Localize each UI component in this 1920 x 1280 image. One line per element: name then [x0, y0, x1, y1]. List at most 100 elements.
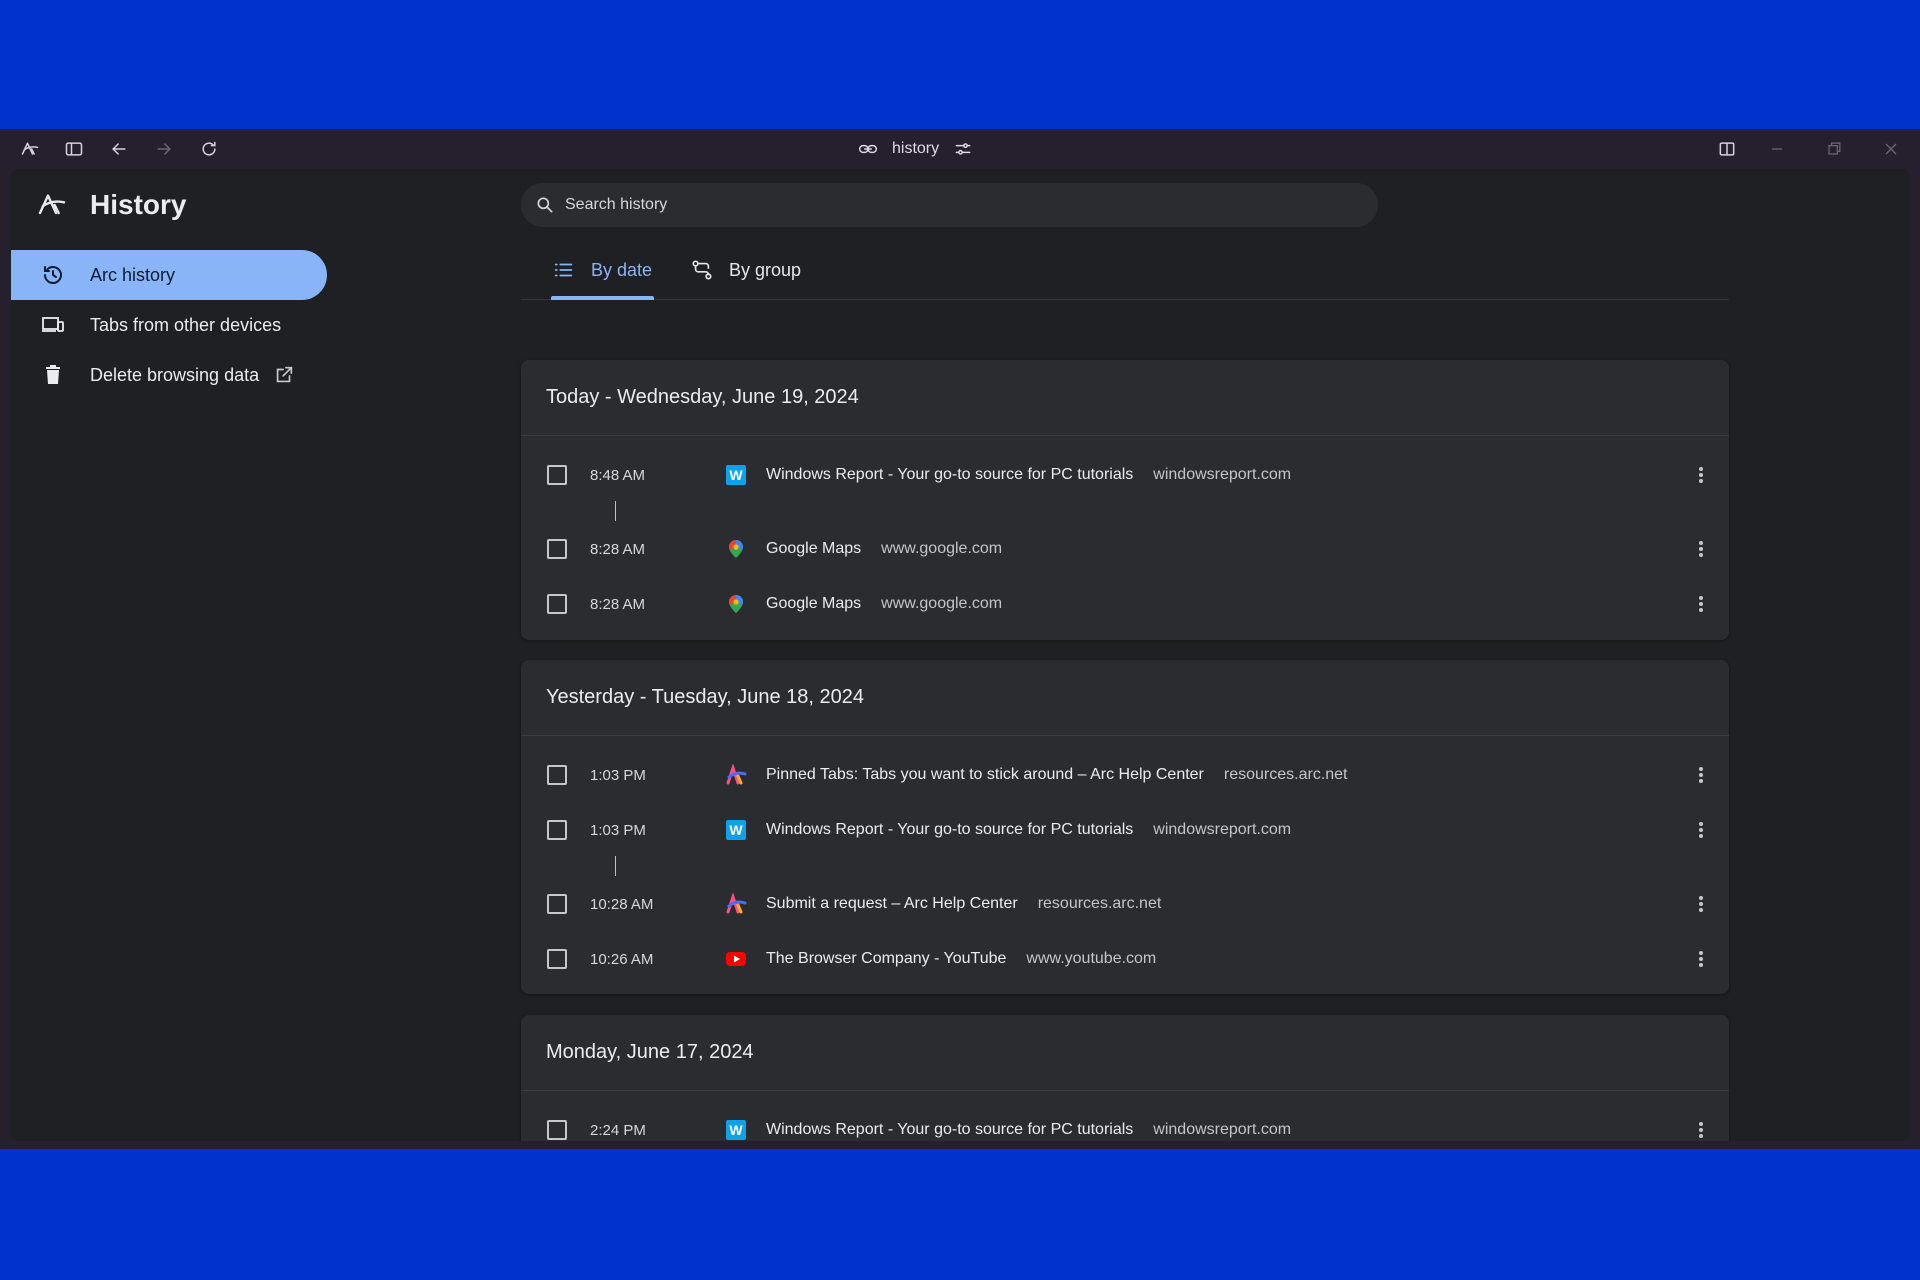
- entry-link[interactable]: Google Maps www.google.com: [766, 595, 1002, 613]
- visit-time: 8:48 AM: [590, 466, 646, 484]
- entry-title[interactable]: Submit a request – Arc Help Center: [766, 895, 1018, 913]
- entry-link[interactable]: Windows Report - Your go-to source for P…: [766, 821, 1291, 839]
- title-bar: history: [0, 129, 1920, 169]
- select-checkbox[interactable]: [547, 1120, 567, 1140]
- page-title: History: [36, 189, 186, 221]
- list-icon: [554, 263, 573, 277]
- sidebar-item-label: Tabs from other devices: [90, 314, 282, 335]
- entry-domain: windowsreport.com: [1153, 821, 1292, 838]
- svg-text:W: W: [729, 1122, 743, 1138]
- sidebar-item-delete-browsing-data[interactable]: Delete browsing data: [11, 350, 327, 400]
- youtube-favicon: [725, 948, 747, 970]
- arc-help-favicon: [725, 893, 747, 915]
- sidebar-item-arc-history[interactable]: Arc history: [11, 250, 327, 300]
- session-connector: [615, 856, 616, 876]
- more-options-icon[interactable]: [1691, 592, 1711, 616]
- entry-title[interactable]: Google Maps: [766, 595, 861, 613]
- entry-domain: resources.arc.net: [1037, 895, 1162, 912]
- more-options-icon[interactable]: [1691, 892, 1711, 916]
- minimize-icon[interactable]: [1763, 137, 1791, 161]
- link-icon[interactable]: [858, 139, 878, 159]
- restore-icon[interactable]: [1820, 137, 1848, 161]
- reload-icon[interactable]: [195, 137, 223, 161]
- history-day-group: Yesterday - Tuesday, June 18, 2024 1:03 …: [521, 660, 1729, 994]
- sidebar-item-tabs-other-devices[interactable]: Tabs from other devices: [11, 300, 327, 350]
- entry-link[interactable]: Submit a request – Arc Help Center resour…: [766, 895, 1161, 913]
- group-icon: [692, 260, 712, 280]
- entry-domain: www.youtube.com: [1026, 950, 1157, 967]
- more-options-icon[interactable]: [1691, 818, 1711, 842]
- close-icon[interactable]: [1877, 137, 1905, 161]
- more-options-icon[interactable]: [1691, 1118, 1711, 1141]
- address-bar[interactable]: history: [858, 137, 973, 161]
- site-settings-icon[interactable]: [953, 139, 973, 159]
- day-header: Monday, June 17, 2024: [521, 1015, 1729, 1091]
- sidebar-toggle-icon[interactable]: [60, 137, 88, 161]
- entry-title[interactable]: Google Maps: [766, 540, 861, 558]
- history-entry[interactable]: 1:03 PM Pinned Tabs: Tabs you want to st…: [521, 753, 1729, 797]
- search-input[interactable]: [565, 196, 1345, 214]
- arc-help-favicon: [725, 764, 747, 786]
- arc-logo-icon: [38, 194, 66, 215]
- day-header: Today - Wednesday, June 19, 2024: [521, 360, 1729, 436]
- view-tabs: By date By group: [521, 241, 1729, 300]
- arc-logo-icon[interactable]: [16, 137, 44, 161]
- select-checkbox[interactable]: [547, 594, 567, 614]
- split-view-icon[interactable]: [1713, 137, 1741, 161]
- history-entry[interactable]: 8:28 AM Google Maps www.google.com: [521, 582, 1729, 626]
- browser-window: history History Arc history Tabs from ot…: [0, 129, 1920, 1149]
- history-entry[interactable]: 8:28 AM Google Maps www.google.com: [521, 527, 1729, 571]
- trash-icon: [40, 362, 66, 388]
- more-options-icon[interactable]: [1691, 537, 1711, 561]
- entry-title[interactable]: Windows Report - Your go-to source for P…: [766, 1121, 1133, 1139]
- entry-title[interactable]: Windows Report - Your go-to source for P…: [766, 821, 1133, 839]
- select-checkbox[interactable]: [547, 949, 567, 969]
- visit-time: 1:03 PM: [590, 821, 646, 839]
- day-header: Yesterday - Tuesday, June 18, 2024: [521, 660, 1729, 736]
- entry-link[interactable]: The Browser Company - YouTube www.youtube…: [766, 950, 1156, 968]
- entry-domain: windowsreport.com: [1153, 466, 1292, 483]
- entry-title[interactable]: Pinned Tabs: Tabs you want to stick arou…: [766, 766, 1204, 784]
- history-page: History Arc history Tabs from other devi…: [10, 169, 1910, 1141]
- windowsreport-favicon: W: [725, 1119, 747, 1141]
- history-entry[interactable]: 10:26 AM The Browser Company - YouTube ww…: [521, 937, 1729, 981]
- entry-link[interactable]: Windows Report - Your go-to source for P…: [766, 1121, 1291, 1139]
- entry-link[interactable]: Pinned Tabs: Tabs you want to stick arou…: [766, 766, 1348, 784]
- svg-text:W: W: [729, 822, 743, 838]
- forward-arrow-icon[interactable]: [150, 137, 178, 161]
- entry-title[interactable]: Windows Report - Your go-to source for P…: [766, 466, 1133, 484]
- back-arrow-icon[interactable]: [105, 137, 133, 161]
- sidebar-item-label: Arc history: [90, 264, 176, 285]
- more-options-icon[interactable]: [1691, 763, 1711, 787]
- entry-link[interactable]: Windows Report - Your go-to source for P…: [766, 466, 1291, 484]
- visit-time: 8:28 AM: [590, 540, 646, 558]
- external-link-icon: [276, 366, 293, 383]
- visit-time: 1:03 PM: [590, 766, 646, 784]
- windowsreport-favicon: W: [725, 819, 747, 841]
- history-clock-icon: [40, 262, 66, 288]
- svg-text:W: W: [729, 467, 743, 483]
- history-entry[interactable]: 8:48 AM W Windows Report - Your go-to so…: [521, 453, 1729, 497]
- page-title-text: History: [90, 189, 187, 220]
- select-checkbox[interactable]: [547, 894, 567, 914]
- windowsreport-favicon: W: [725, 464, 747, 486]
- select-checkbox[interactable]: [547, 465, 567, 485]
- entry-link[interactable]: Google Maps www.google.com: [766, 540, 1002, 558]
- entry-title[interactable]: The Browser Company - YouTube: [766, 950, 1006, 968]
- search-box[interactable]: [521, 183, 1378, 227]
- select-checkbox[interactable]: [547, 539, 567, 559]
- tab-by-date[interactable]: By date: [551, 241, 655, 300]
- visit-time: 2:24 PM: [590, 1121, 646, 1139]
- history-entry[interactable]: 2:24 PM W Windows Report - Your go-to so…: [521, 1108, 1729, 1141]
- history-day-group: Monday, June 17, 2024 2:24 PM W Windows …: [521, 1015, 1729, 1141]
- more-options-icon[interactable]: [1691, 463, 1711, 487]
- history-entry[interactable]: 1:03 PM W Windows Report - Your go-to so…: [521, 808, 1729, 852]
- devices-icon: [40, 312, 66, 338]
- select-checkbox[interactable]: [547, 765, 567, 785]
- more-options-icon[interactable]: [1691, 947, 1711, 971]
- select-checkbox[interactable]: [547, 820, 567, 840]
- visit-time: 8:28 AM: [590, 595, 646, 613]
- history-entry[interactable]: 10:28 AM Submit a request – Arc Help Cen…: [521, 882, 1729, 926]
- address-text[interactable]: history: [892, 140, 939, 158]
- tab-by-group[interactable]: By group: [689, 241, 803, 299]
